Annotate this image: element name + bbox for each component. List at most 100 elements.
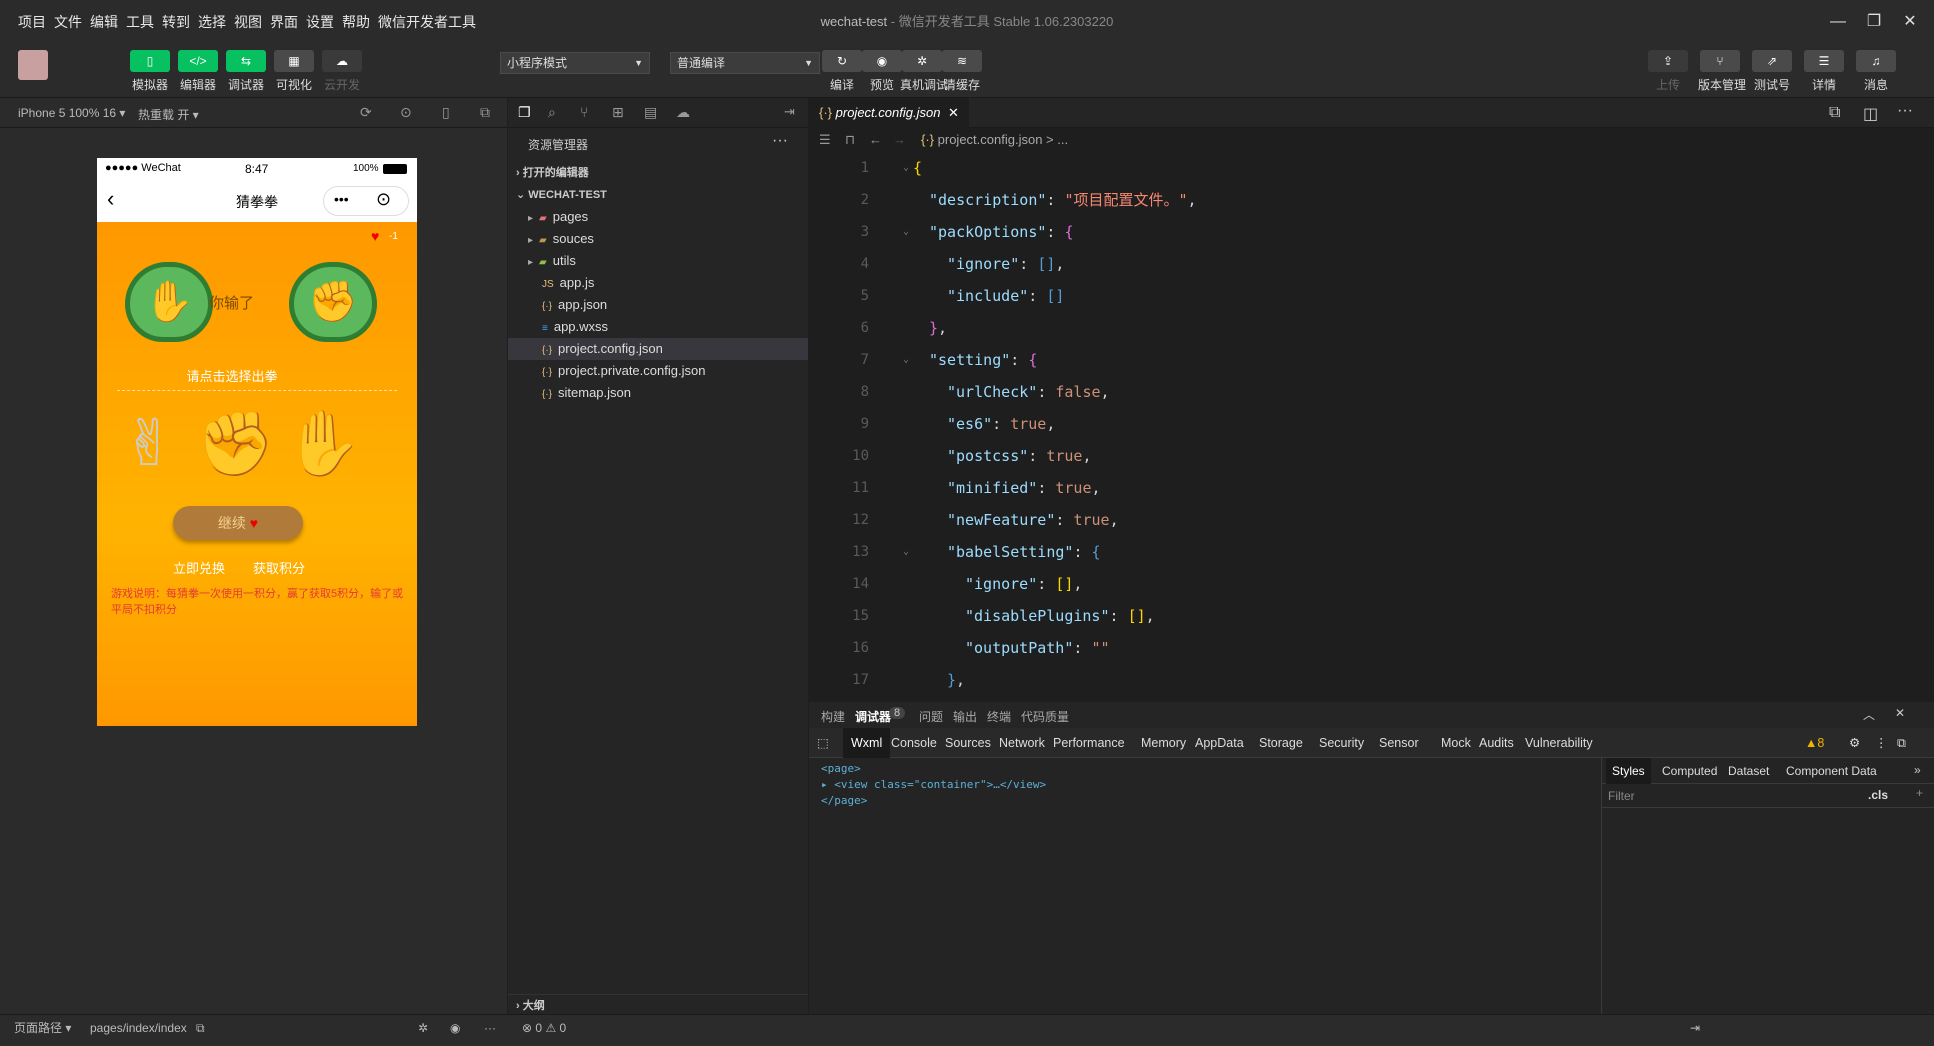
bottom-tab-5[interactable]: 代码质量 [1021, 708, 1069, 725]
menu-item-5[interactable]: 选择 [194, 0, 230, 44]
cloud-icon[interactable]: ☁ [676, 104, 690, 121]
open-editors-header[interactable]: › 打开的编辑器 [508, 162, 808, 184]
outline-header[interactable]: › 大纲 [508, 994, 808, 1016]
project-header[interactable]: ⌄ WECHAT-TEST [508, 184, 808, 206]
git-icon[interactable]: ⑂ [580, 104, 588, 120]
code-editor[interactable]: 1 ⌄{ 2 "description": "项目配置文件。", 3 ⌄ "packOp… [809, 152, 1919, 702]
tree-item-utils[interactable]: ▸ ▰ utils [508, 250, 808, 272]
toolbar-button-layout[interactable]: ▦ 可视化 [272, 50, 316, 93]
gear-icon[interactable]: ⚙ [1849, 728, 1860, 758]
menu-item-7[interactable]: 界面 [266, 0, 302, 44]
toolbar-button-debug[interactable]: ⇆ 调试器 [224, 50, 268, 93]
line-col-icon[interactable]: ⇥ [1690, 1015, 1700, 1041]
devtools-tab-network[interactable]: Network [999, 728, 1045, 758]
toolbar-button-branch[interactable]: ⑂ 版本管理 [1698, 50, 1746, 93]
close-icon[interactable]: ✕ [948, 105, 959, 120]
rock-choice-icon[interactable]: ✊ [195, 408, 275, 478]
menu-item-2[interactable]: 编辑 [86, 0, 122, 44]
cls-toggle[interactable]: .cls [1868, 788, 1888, 802]
menu-item-8[interactable]: 设置 [302, 0, 338, 44]
paper-choice-icon[interactable]: ✋ [283, 408, 363, 478]
eye-icon[interactable]: ◉ [450, 1015, 460, 1041]
devtools-tab-storage[interactable]: Storage [1259, 728, 1303, 758]
menu-item-3[interactable]: 工具 [122, 0, 158, 44]
menu-item-6[interactable]: 视图 [230, 0, 266, 44]
hotreload-toggle[interactable]: 热重载 开 ▾ [138, 106, 199, 123]
tree-item-app-json[interactable]: {·} app.json [508, 294, 808, 316]
toolbar-button-menu[interactable]: ☰ 详情 [1802, 50, 1846, 93]
toolbar-button-cloud[interactable]: ☁ 云开发 [320, 50, 364, 93]
close-icon[interactable]: ✕ [1895, 706, 1905, 720]
toolbar-button-bell[interactable]: ♫ 消息 [1854, 50, 1898, 93]
continue-button[interactable]: 继续 ♥ [173, 506, 303, 540]
page-path-select[interactable]: 页面路径 ▾ [14, 1015, 71, 1041]
inspect-icon[interactable]: ⬚ [817, 735, 829, 750]
bottom-tab-4[interactable]: 终端 [987, 708, 1011, 725]
toolbar-button-eye[interactable]: ◉ 预览 [860, 50, 904, 93]
style-tab-2[interactable]: Dataset [1722, 758, 1775, 784]
problems-summary[interactable]: ⊗ 0 ⚠ 0 [522, 1015, 566, 1041]
search-icon[interactable]: ⌕ [548, 104, 556, 121]
menu-item-0[interactable]: 项目 [14, 0, 50, 44]
layout-icon[interactable]: ◫ [1863, 104, 1878, 124]
devtools-tab-vulnerability[interactable]: Vulnerability [1525, 728, 1593, 758]
chevron-up-icon[interactable]: ︿ [1863, 706, 1875, 723]
tree-item-sitemap-json[interactable]: {·} sitemap.json [508, 382, 808, 404]
toolbar-button-layers[interactable]: ≋ 清缓存 [940, 50, 984, 93]
style-tab-3[interactable]: Component Data [1780, 758, 1883, 784]
list-icon[interactable]: ☰ [819, 128, 831, 152]
toolbar-button-bug[interactable]: ✲ 真机调试 [900, 50, 948, 93]
devtools-tab-console[interactable]: Console [891, 728, 937, 758]
device-select[interactable]: iPhone 5 100% 16 ▾ [18, 106, 125, 120]
devtools-tab-sources[interactable]: Sources [945, 728, 991, 758]
chevron-right-icon[interactable]: » [1914, 763, 1921, 777]
breadcrumb-path[interactable]: {·} project.config.json > ... [921, 128, 1068, 152]
devtools-tab-mock[interactable]: Mock [1441, 728, 1471, 758]
store-icon[interactable]: ▤ [644, 104, 657, 121]
tab-project-config[interactable]: {·} project.config.json ✕ [809, 98, 969, 128]
bottom-tab-1[interactable]: 调试器 [855, 708, 891, 725]
tree-item-app-js[interactable]: JS app.js [508, 272, 808, 294]
maximize-icon[interactable]: ❐ [1862, 10, 1886, 34]
toolbar-button-phone[interactable]: ▯ 模拟器 [128, 50, 172, 93]
tree-item-souces[interactable]: ▸ ▰ souces [508, 228, 808, 250]
style-tab-0[interactable]: Styles [1606, 758, 1651, 784]
bookmark-icon[interactable]: ⊓ [845, 128, 855, 152]
device-icon[interactable]: ▯ [442, 104, 450, 121]
exit-icon[interactable]: ⊙ [376, 189, 391, 210]
copy-icon[interactable]: ⧉ [196, 1015, 205, 1041]
menu-item-10[interactable]: 微信开发者工具 [374, 0, 480, 44]
panel-toggle-icon[interactable]: ⇥ [784, 104, 795, 120]
more-icon[interactable]: ··· [772, 132, 788, 150]
toolbar-button-upload[interactable]: ⇪ 上传 [1646, 50, 1690, 93]
devtools-tab-performance[interactable]: Performance [1053, 728, 1125, 758]
devtools-tab-sensor[interactable]: Sensor [1379, 728, 1419, 758]
avatar[interactable] [18, 50, 48, 80]
minimize-icon[interactable]: — [1826, 10, 1850, 34]
close-icon[interactable]: ✕ [1898, 10, 1922, 34]
toolbar-button-code[interactable]: </> 编辑器 [176, 50, 220, 93]
warning-count[interactable]: ▲8 [1805, 728, 1824, 758]
style-tab-1[interactable]: Computed [1656, 758, 1723, 784]
tree-item-pages[interactable]: ▸ ▰ pages [508, 206, 808, 228]
record-icon[interactable]: ⊙ [400, 104, 412, 121]
more-icon[interactable]: ··· [484, 1015, 496, 1041]
scissors-choice-icon[interactable]: ✌ [109, 408, 189, 478]
redeem-link[interactable]: 立即兑换 [173, 558, 225, 577]
menu-item-1[interactable]: 文件 [50, 0, 86, 44]
add-rule-icon[interactable]: + [1916, 786, 1923, 800]
undock-icon[interactable]: ⧉ [1897, 728, 1906, 758]
bug-icon[interactable]: ✲ [418, 1015, 428, 1041]
more-icon[interactable]: ··· [1897, 102, 1913, 120]
devtools-tab-wxml[interactable]: Wxml [843, 728, 891, 758]
toolbar-button-external[interactable]: ⇗ 测试号 [1750, 50, 1794, 93]
extensions-icon[interactable]: ⊞ [612, 104, 624, 121]
wxml-page-open[interactable]: <page> [821, 762, 861, 775]
split-icon[interactable]: ⧉ [1829, 104, 1840, 122]
tree-item-app-wxss[interactable]: ≡ app.wxss [508, 316, 808, 338]
devtools-tab-audits[interactable]: Audits [1479, 728, 1514, 758]
bottom-tab-0[interactable]: 构建 [821, 708, 845, 725]
popout-icon[interactable]: ⧉ [480, 104, 490, 121]
devtools-tab-appdata[interactable]: AppData [1195, 728, 1244, 758]
devtools-tab-security[interactable]: Security [1319, 728, 1364, 758]
